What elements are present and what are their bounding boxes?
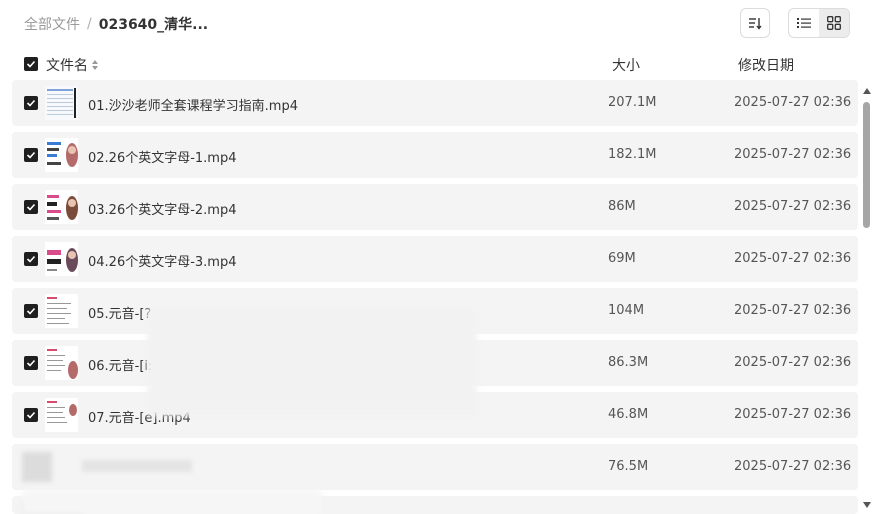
column-header-date[interactable]: 修改日期 — [738, 55, 794, 75]
column-header-size[interactable]: 大小 — [612, 55, 640, 75]
row-checkbox[interactable] — [24, 252, 38, 266]
sort-arrows-icon — [92, 60, 98, 70]
grid-view-icon — [827, 16, 841, 30]
checkbox-checked-icon — [26, 203, 36, 211]
redaction-overlay — [147, 308, 477, 416]
view-toggle — [788, 8, 850, 38]
grid-view-button[interactable] — [819, 9, 849, 37]
file-name[interactable]: 06.元音-[i: — [88, 355, 152, 374]
video-thumbnail — [45, 398, 78, 432]
select-all-checkbox[interactable] — [24, 57, 38, 71]
video-thumbnail — [45, 242, 78, 276]
blurred-thumbnail — [22, 452, 52, 482]
list-view-button[interactable] — [789, 9, 819, 37]
row-checkbox[interactable] — [24, 148, 38, 162]
file-date: 2025-07-27 02:36 — [734, 251, 852, 266]
table-header: 文件名 大小 修改日期 — [0, 52, 874, 76]
checkbox-checked-icon — [26, 60, 36, 68]
checkbox-checked-icon — [26, 99, 36, 107]
column-header-name[interactable]: 文件名 — [46, 55, 99, 75]
file-size: 104M — [608, 303, 645, 318]
file-row[interactable]: 01.沙沙老师全套课程学习指南.mp4 207.1M 2025-07-27 02… — [12, 80, 858, 126]
breadcrumb-separator: / — [87, 16, 92, 32]
file-row[interactable]: 76.5M 2025-07-27 02:36 — [12, 444, 858, 490]
row-checkbox[interactable] — [24, 408, 38, 422]
scroll-up-icon[interactable] — [863, 88, 871, 94]
file-name[interactable]: 03.26个英文字母-2.mp4 — [88, 199, 237, 218]
file-size: 69M — [608, 251, 636, 266]
file-size: 76.5M — [608, 459, 649, 474]
sort-icon — [749, 18, 762, 30]
file-date: 2025-07-27 02:36 — [734, 199, 852, 214]
vertical-scrollbar[interactable] — [860, 86, 874, 510]
file-row[interactable]: 03.26个英文字母-2.mp4 86M 2025-07-27 02:36 — [12, 184, 858, 230]
file-name[interactable]: 02.26个英文字母-1.mp4 — [88, 147, 237, 166]
sort-button[interactable] — [740, 8, 770, 38]
breadcrumb-root[interactable]: 全部文件 — [24, 14, 80, 34]
video-thumbnail — [45, 138, 78, 172]
checkbox-checked-icon — [26, 307, 36, 315]
video-thumbnail — [45, 294, 78, 328]
row-checkbox[interactable] — [24, 356, 38, 370]
blurred-file-name — [82, 460, 192, 472]
file-row[interactable]: 04.26个英文字母-3.mp4 69M 2025-07-27 02:36 — [12, 236, 858, 282]
checkbox-checked-icon — [26, 255, 36, 263]
video-thumbnail — [45, 346, 78, 380]
video-thumbnail — [45, 86, 78, 120]
file-size: 182.1M — [608, 147, 657, 162]
file-date: 2025-07-27 02:36 — [734, 95, 852, 110]
file-size: 207.1M — [608, 95, 657, 110]
file-date: 2025-07-27 02:36 — [734, 459, 852, 474]
redaction-overlay — [22, 490, 322, 514]
scroll-down-icon[interactable] — [863, 502, 871, 508]
row-checkbox[interactable] — [24, 96, 38, 110]
file-date: 2025-07-27 02:36 — [734, 303, 852, 318]
file-date: 2025-07-27 02:36 — [734, 355, 852, 370]
checkbox-checked-icon — [26, 151, 36, 159]
checkbox-checked-icon — [26, 411, 36, 419]
file-size: 86.3M — [608, 355, 649, 370]
checkbox-checked-icon — [26, 359, 36, 367]
file-name[interactable]: 04.26个英文字母-3.mp4 — [88, 251, 237, 270]
file-name[interactable]: 05.元音-[? — [88, 303, 151, 322]
file-row[interactable]: 02.26个英文字母-1.mp4 182.1M 2025-07-27 02:36 — [12, 132, 858, 178]
file-size: 46.8M — [608, 407, 649, 422]
scrollbar-thumb[interactable] — [863, 102, 870, 228]
column-header-name-label: 文件名 — [46, 58, 88, 74]
file-size: 86M — [608, 199, 636, 214]
list-view-icon — [797, 18, 811, 28]
file-date: 2025-07-27 02:36 — [734, 147, 852, 162]
row-checkbox[interactable] — [24, 200, 38, 214]
file-date: 2025-07-27 02:36 — [734, 407, 852, 422]
row-checkbox[interactable] — [24, 304, 38, 318]
breadcrumb-current: 023640_清华... — [98, 17, 209, 33]
file-name[interactable]: 01.沙沙老师全套课程学习指南.mp4 — [88, 95, 298, 114]
breadcrumb: 全部文件 / 023640_清华... — [24, 14, 208, 34]
video-thumbnail — [45, 190, 78, 224]
